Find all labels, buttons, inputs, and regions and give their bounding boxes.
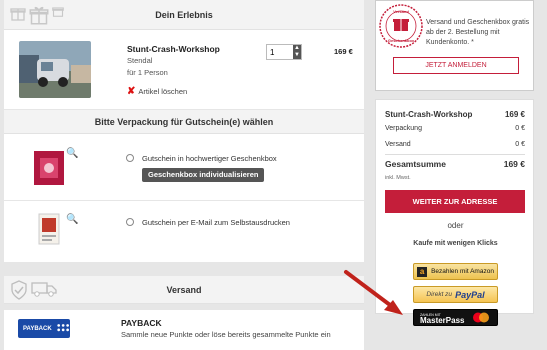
wrapping-header-label: Bitte Verpackung für Gutschein(e) wählen [94,116,274,127]
quantity-up-icon[interactable]: ▲ [293,45,301,52]
seal-icon: Versand Geschenkbox [379,4,423,48]
experience-panel: Dein Erlebnis Stunt-Crash-Workshop Stend… [4,0,364,263]
payback-dots-icon [57,323,69,331]
customize-box-button[interactable]: Geschenkbox individualisieren [142,168,265,182]
zoom-icon[interactable]: 🔍 [66,214,78,225]
gift-icon [10,8,26,21]
product-location: Stendal [127,56,153,65]
gift-icons [10,5,64,25]
seal-bottom-text: Geschenkbox [388,38,415,43]
summary-shipping-line: Versand 0 € [385,141,525,148]
or-separator: oder [447,221,464,230]
shield-check-icon [11,280,27,300]
masterpass-brand: MasterPass [420,315,465,325]
payback-panel: PAYBACK PAYBACK Sammle neue Punkte oder … [4,310,364,350]
radio-gift-box[interactable] [126,154,134,162]
summary-packaging-price: 0 € [515,125,525,132]
summary-divider [385,154,525,155]
wrapping-header: Bitte Verpackung für Gutschein(e) wählen [4,110,364,134]
zoom-icon[interactable]: 🔍 [66,148,78,159]
summary-packaging-label: Verpackung [385,125,422,132]
option-email-label[interactable]: Gutschein per E-Mail zum Selbstausdrucke… [142,218,290,227]
item-price: 169 € [334,47,353,56]
product-persons: für 1 Person [127,68,168,77]
amazon-icon: a [417,266,428,277]
radio-email[interactable] [126,218,134,226]
summary-packaging-line: Verpackung 0 € [385,125,525,132]
summary-product-line: Stunt-Crash-Workshop 169 € [385,110,525,119]
delete-item-label: Artikel löschen [138,87,188,96]
paypal-logo: PayPal [455,289,485,300]
amazon-pay-button[interactable]: a Bezahlen mit Amazon [413,263,498,280]
shipping-header: Versand [4,276,364,304]
product-image[interactable] [19,41,91,98]
red-arrow-icon [344,270,403,315]
summary-total-label: Gesamtsumme [385,159,446,169]
paypal-prefix: Direkt zu [426,291,453,298]
summary-total-price: 169 € [503,159,525,169]
login-button[interactable]: JETZT ANMELDEN [393,57,519,74]
masterpass-text: ZAHLEN MIT MasterPass [420,312,465,325]
summary-vat: inkl. Mwst. [385,175,525,181]
delete-item-link[interactable]: ✘ Artikel löschen [127,86,187,97]
gift-box-image[interactable] [32,149,66,192]
option-gift-box-label[interactable]: Gutschein in hochwertiger Geschenkbox [142,154,277,163]
quantity-stepper: ▲ ▼ [266,44,302,60]
quantity-input[interactable] [267,45,293,59]
product-title[interactable]: Stunt-Crash-Workshop [127,44,220,54]
wrapping-option-box: 🔍 Gutschein in hochwertiger Geschenkbox … [4,134,364,201]
amazon-pay-label: Bezahlen mit Amazon [431,268,494,275]
mastercard-icon [473,312,490,323]
gift-icon [52,7,64,17]
masterpass-button[interactable]: ZAHLEN MIT MasterPass [413,309,498,326]
payback-text: Sammle neue Punkte oder löse bereits ges… [121,330,331,339]
summary-product-label: Stunt-Crash-Workshop [385,110,473,119]
voucher-print-image[interactable] [38,213,60,250]
experience-header-label: Dein Erlebnis [155,9,213,20]
account-promo-text: Versand und Geschenkbox gratis ab der 2.… [426,19,530,46]
payback-title: PAYBACK [121,318,162,328]
section-gap [4,263,364,276]
summary-shipping-label: Versand [385,141,411,148]
account-promo-box: Versand Geschenkbox Versand und Geschenk… [375,0,534,91]
wrapping-option-email: 🔍 Gutschein per E-Mail zum Selbstausdruc… [4,201,364,263]
paypal-button[interactable]: Direkt zu PayPal [413,286,498,303]
summary-shipping-price: 0 € [515,141,525,148]
experience-header: Dein Erlebnis [4,0,364,30]
shipping-header-label: Versand [166,284,202,295]
gift-icon [29,6,49,25]
shipping-panel: Versand [4,276,364,304]
shipping-icons [10,280,57,300]
checkout-button[interactable]: WEITER ZUR ADRESSE [385,190,525,213]
truck-icon [31,282,57,297]
summary-product-price: 169 € [504,110,525,119]
delete-x-icon: ✘ [127,86,136,97]
seal-top-text: Versand [393,9,409,14]
summary-total-line: Gesamtsumme 169 € [385,159,525,169]
quantity-down-icon[interactable]: ▼ [293,52,301,59]
cart-item: Stunt-Crash-Workshop Stendal für 1 Perso… [4,30,364,110]
payback-logo-text: PAYBACK [23,325,52,332]
payback-logo: PAYBACK [18,319,70,338]
summary-vat-label: inkl. Mwst. [385,175,411,181]
quick-buy-label: Kaufe mit wenigen Klicks [413,240,498,247]
